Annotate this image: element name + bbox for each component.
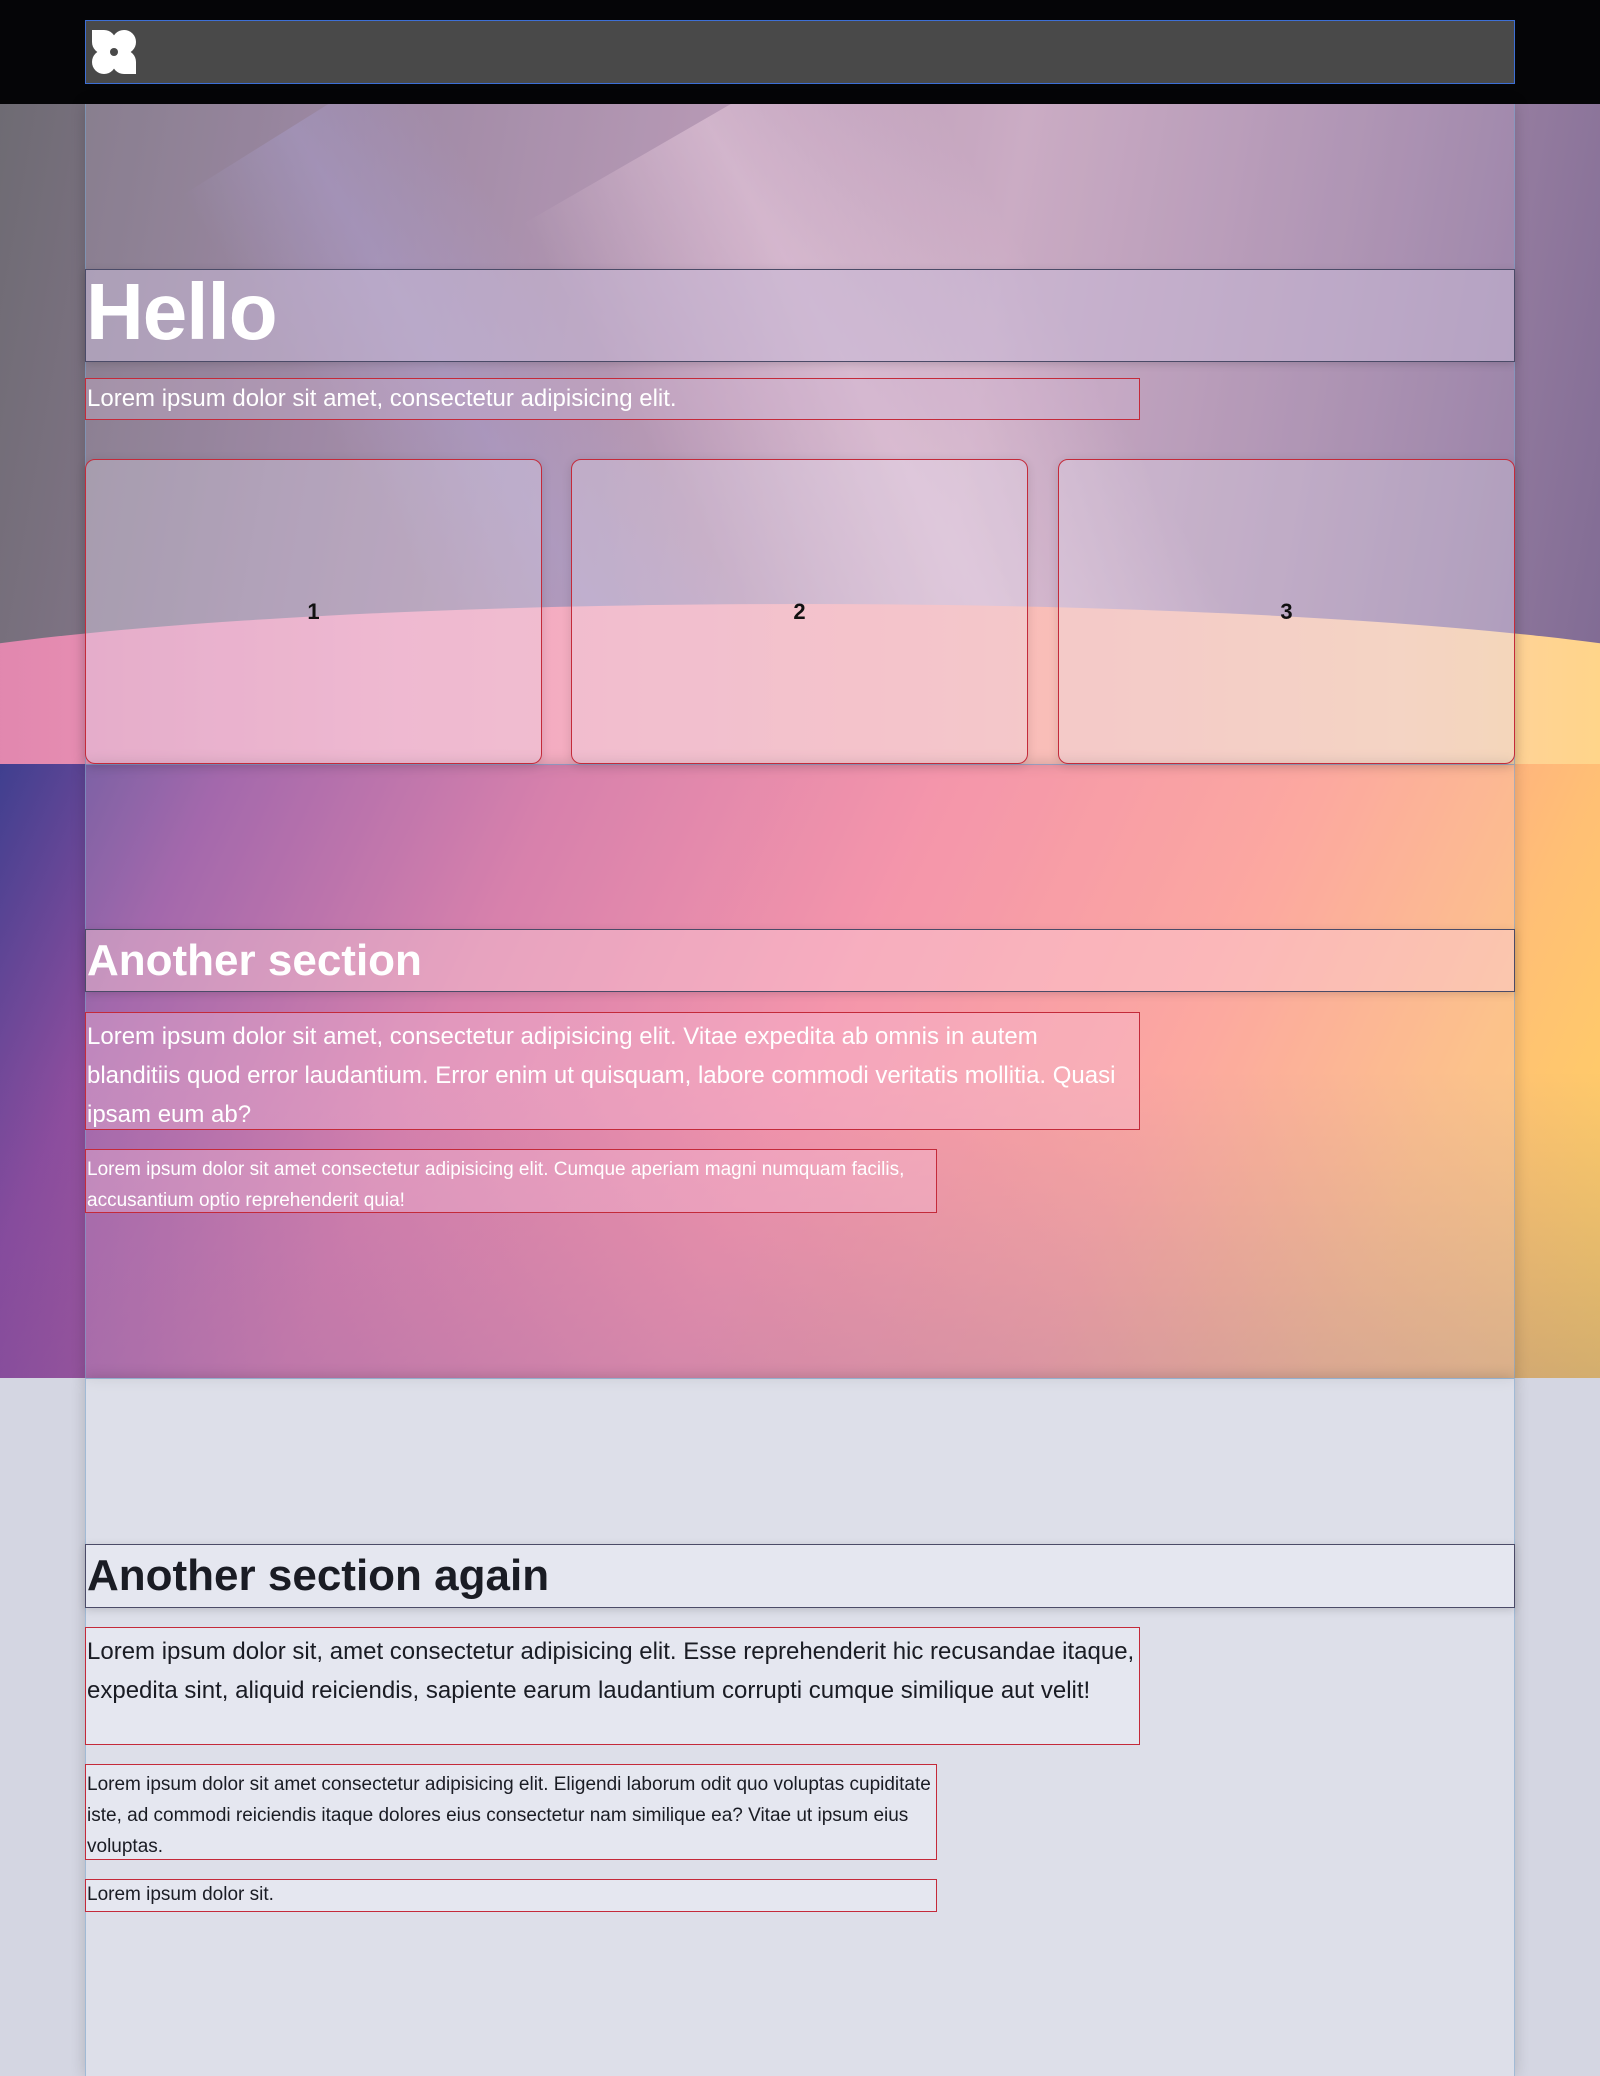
card-3[interactable]: 3 xyxy=(1058,459,1515,764)
section-three-footnote: Lorem ipsum dolor sit. xyxy=(85,1879,937,1912)
card-2-label: 2 xyxy=(793,598,806,624)
card-2[interactable]: 2 xyxy=(571,459,1028,764)
section-two-heading: Another section xyxy=(85,929,1515,992)
hero-heading: Hello xyxy=(85,267,1515,362)
card-1-label: 1 xyxy=(307,598,320,624)
card-1[interactable]: 1 xyxy=(85,459,542,764)
section-three-paragraph-text: Lorem ipsum dolor sit, amet consectetur … xyxy=(87,1638,1135,1704)
clover-logo-icon[interactable] xyxy=(89,27,139,77)
section-three-heading-text: Another section again xyxy=(87,1551,550,1600)
hero-heading-text: Hello xyxy=(86,267,278,356)
section-three-heading: Another section again xyxy=(85,1544,1515,1608)
navbar-container xyxy=(85,20,1515,84)
section-three-paragraph: Lorem ipsum dolor sit, amet consectetur … xyxy=(85,1627,1140,1745)
section-three-small-paragraph-text: Lorem ipsum dolor sit amet consectetur a… xyxy=(87,1774,931,1857)
section-three-footnote-text: Lorem ipsum dolor sit. xyxy=(87,1884,274,1905)
section-two-small-paragraph-text: Lorem ipsum dolor sit amet consectetur a… xyxy=(87,1159,905,1211)
top-navbar xyxy=(0,0,1600,104)
section-two-paragraph: Lorem ipsum dolor sit amet, consectetur … xyxy=(85,1012,1140,1130)
section-two-paragraph-text: Lorem ipsum dolor sit amet, consectetur … xyxy=(87,1023,1116,1128)
hero-subtitle: Lorem ipsum dolor sit amet, consectetur … xyxy=(85,378,1140,420)
section-three-small-paragraph: Lorem ipsum dolor sit amet consectetur a… xyxy=(85,1764,937,1860)
section-two-heading-text: Another section xyxy=(87,936,422,985)
card-3-label: 3 xyxy=(1280,598,1293,624)
section-two-small-paragraph: Lorem ipsum dolor sit amet consectetur a… xyxy=(85,1149,937,1213)
hero-subtitle-text: Lorem ipsum dolor sit amet, consectetur … xyxy=(87,385,677,412)
